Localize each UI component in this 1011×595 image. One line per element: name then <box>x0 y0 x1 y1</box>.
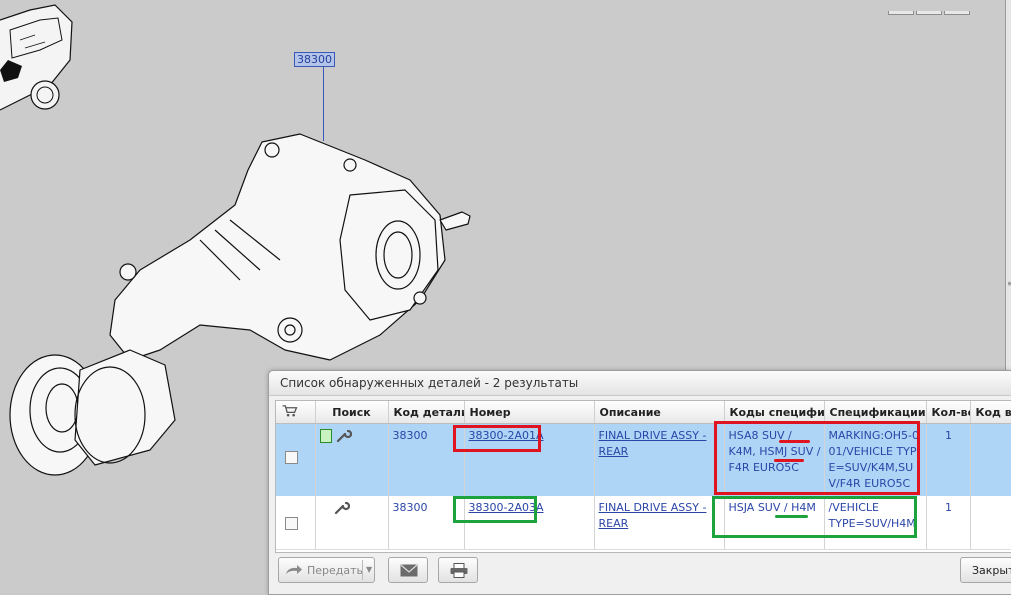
column-header-spec-codes[interactable]: Коды специфик <box>724 401 825 424</box>
row-checkbox-cell <box>276 423 316 496</box>
table-row[interactable]: 38300 38300-2A03A FINAL DRIVE ASSY - REA… <box>276 496 1011 550</box>
description-link[interactable]: FINAL DRIVE ASSY - REAR <box>599 501 707 530</box>
column-header-interchange-code[interactable]: Код вз <box>970 401 1011 424</box>
chevron-down-icon[interactable]: ▼ <box>366 565 372 574</box>
row-checkbox[interactable] <box>285 451 298 464</box>
email-button[interactable] <box>388 557 428 583</box>
wrench-icon[interactable] <box>336 429 352 443</box>
specifications: /VEHICLE TYPE=SUV/H4M <box>824 496 927 550</box>
column-header-quantity[interactable]: Кол-во <box>926 401 971 424</box>
table-row[interactable]: 38300 38300-2A01A FINAL DRIVE ASSY - REA… <box>276 423 1011 496</box>
window-controls <box>888 0 980 15</box>
forward-arrow-icon <box>286 565 302 574</box>
parts-results-grid: Поиск Код детали Номер Описание Коды спе… <box>275 400 1011 553</box>
column-header-specifications[interactable]: Спецификации <box>824 401 927 424</box>
print-button[interactable] <box>438 557 478 583</box>
row-checkbox[interactable] <box>285 517 298 530</box>
dialog-title: Список обнаруженных деталей - 2 результа… <box>269 371 1011 396</box>
part-number-link[interactable]: 38300-2A03A <box>469 501 544 514</box>
wrench-icon[interactable] <box>334 501 350 515</box>
column-header-search[interactable]: Поиск <box>315 401 389 424</box>
part-code: 38300 <box>388 423 465 496</box>
quantity: 1 <box>926 423 971 496</box>
column-header-cart[interactable] <box>276 401 316 424</box>
part-callout-label[interactable]: 38300 <box>294 52 335 67</box>
parts-results-dialog: Список обнаруженных деталей - 2 результа… <box>268 370 1011 595</box>
interchange-code <box>970 423 1011 496</box>
part-number-cell: 38300-2A01A <box>464 423 595 496</box>
mail-icon <box>400 564 418 577</box>
column-header-number[interactable]: Номер <box>464 401 595 424</box>
part-number-link[interactable]: 38300-2A01A <box>469 429 544 442</box>
quantity: 1 <box>926 496 971 550</box>
dialog-footer: Передать ▼ Закрыт <box>275 557 1011 589</box>
vehicle-thumbnail <box>0 4 73 111</box>
description-cell: FINAL DRIVE ASSY - REAR <box>594 496 725 550</box>
search-tools-cell <box>315 423 389 496</box>
part-code: 38300 <box>388 496 465 550</box>
interchange-code <box>970 496 1011 550</box>
printer-icon <box>450 563 468 578</box>
send-button[interactable]: Передать ▼ <box>278 557 375 583</box>
row-checkbox-cell <box>276 496 316 550</box>
close-button[interactable]: Закрыт <box>960 557 1011 583</box>
column-header-description[interactable]: Описание <box>594 401 725 424</box>
specifications: MARKING:OH5-001/VEHICLE TYPE=SUV/K4M,SUV… <box>824 423 927 496</box>
red-underline-k4m <box>779 440 810 443</box>
document-icon[interactable] <box>319 429 332 443</box>
scrollbar-grip-icon[interactable]: ≡ <box>1007 280 1011 288</box>
callout-leader-line <box>323 67 324 141</box>
close-button-label: Закрыт <box>972 564 1011 577</box>
description-link[interactable]: FINAL DRIVE ASSY - REAR <box>599 429 707 458</box>
send-button-label: Передать <box>307 564 364 577</box>
cart-icon <box>282 405 298 417</box>
red-underline-f4r <box>774 459 804 462</box>
column-header-part-code[interactable]: Код детали <box>388 401 465 424</box>
green-underline-h4m <box>775 515 808 518</box>
search-tools-cell <box>315 496 389 550</box>
part-number-cell: 38300-2A03A <box>464 496 595 550</box>
spec-codes: HSJA SUV / H4M <box>724 496 825 550</box>
description-cell: FINAL DRIVE ASSY - REAR <box>594 423 725 496</box>
